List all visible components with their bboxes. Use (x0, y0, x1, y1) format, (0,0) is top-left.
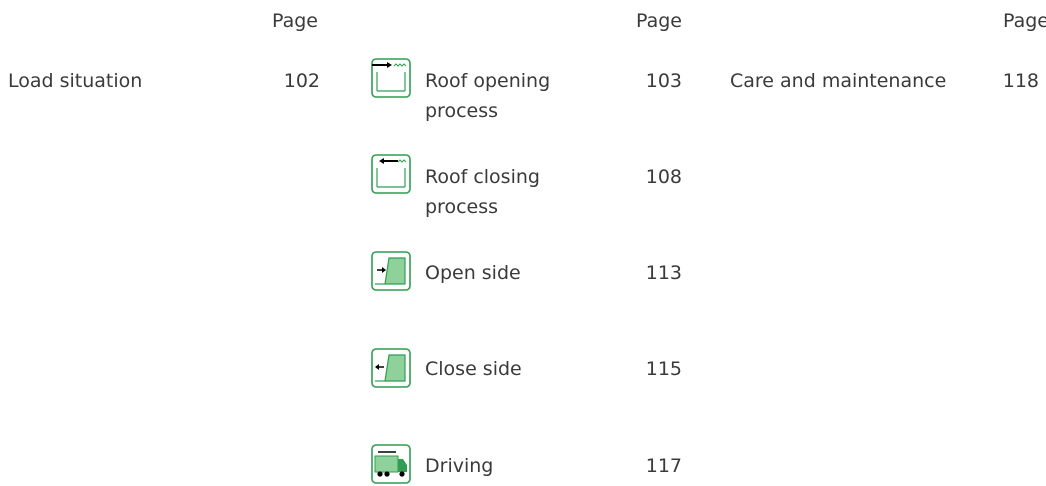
toc-item-label: Load situation (8, 70, 143, 92)
toc-item-label: Open side (425, 262, 521, 284)
roof-closing-icon (370, 153, 412, 195)
toc-item-page-number: 103 (645, 70, 682, 92)
open-side-icon (370, 250, 412, 292)
toc-item-care-maintenance[interactable]: Care and maintenance (730, 66, 946, 96)
toc-item-page-number: 108 (645, 166, 682, 188)
toc-item-page-number: 113 (645, 262, 682, 284)
toc-item-roof-closing[interactable]: Roof closing process (425, 162, 615, 222)
toc-item-label: Care and maintenance (730, 70, 947, 92)
page-header-right: Page (1003, 10, 1046, 32)
toc-item-load-situation[interactable]: Load situation (8, 66, 142, 96)
toc-item-page-number: 118 (1002, 70, 1039, 92)
toc-item-label: Close side (425, 358, 522, 380)
truck-driving-icon (370, 443, 412, 485)
toc-item-label: Driving (425, 455, 494, 477)
toc-item-page-number: 115 (645, 358, 682, 380)
page-header-middle: Page (636, 10, 682, 32)
page-header-left: Page (272, 10, 318, 32)
toc-item-driving[interactable]: Driving (425, 451, 493, 481)
roof-opening-icon (370, 57, 412, 99)
toc-item-page-number: 117 (645, 455, 682, 477)
toc-item-label: Roof closing process (425, 166, 540, 218)
toc-item-label: Roof opening process (425, 70, 551, 122)
close-side-icon (370, 347, 412, 389)
toc-item-roof-opening[interactable]: Roof opening process (425, 66, 615, 126)
toc-item-open-side[interactable]: Open side (425, 258, 521, 288)
toc-item-page-number: 102 (283, 70, 320, 92)
toc-item-close-side[interactable]: Close side (425, 354, 522, 384)
